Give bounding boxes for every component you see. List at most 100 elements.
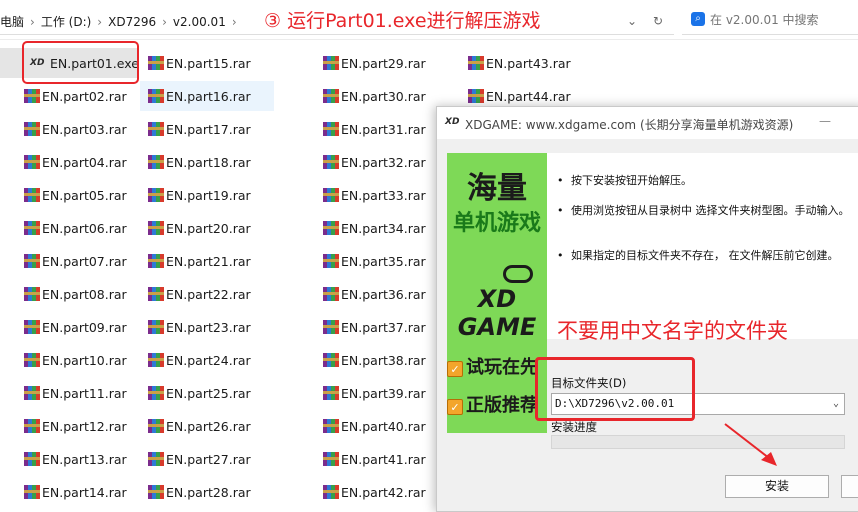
cancel-button[interactable]: [841, 475, 858, 498]
breadcrumb-item[interactable]: 工作 (D:): [41, 13, 91, 30]
file-item[interactable]: EN.part03.rar: [16, 114, 132, 144]
rar-archive-icon: [323, 419, 339, 433]
rar-archive-icon: [323, 188, 339, 202]
history-dropdown-icon[interactable]: ⌄: [624, 13, 640, 29]
file-item[interactable]: EN.part13.rar: [16, 444, 132, 474]
file-item[interactable]: EN.part40.rar: [315, 411, 445, 441]
file-name: EN.part11.rar: [42, 385, 127, 401]
rar-archive-icon: [148, 188, 164, 202]
file-item[interactable]: EN.part17.rar: [140, 114, 274, 144]
file-name: EN.part16.rar: [166, 88, 251, 104]
file-item[interactable]: EN.part26.rar: [140, 411, 274, 441]
file-item[interactable]: EN.part04.rar: [16, 147, 132, 177]
file-item[interactable]: EN.part42.rar: [315, 477, 445, 507]
rar-archive-icon: [24, 287, 40, 301]
file-name: EN.part29.rar: [341, 55, 426, 71]
file-item[interactable]: EN.part37.rar: [315, 312, 445, 342]
rar-archive-icon: [24, 419, 40, 433]
rar-archive-icon: [323, 254, 339, 268]
search-box[interactable]: ⌕: [682, 5, 858, 35]
file-name: EN.part12.rar: [42, 418, 127, 434]
gamepad-icon: [503, 265, 533, 283]
file-item[interactable]: EN.part15.rar: [140, 48, 274, 78]
file-item[interactable]: EN.part24.rar: [140, 345, 274, 375]
file-item[interactable]: EN.part33.rar: [315, 180, 445, 210]
breadcrumb-item[interactable]: 电脑: [0, 13, 24, 30]
chevron-down-icon[interactable]: ⌄: [833, 394, 839, 414]
rar-archive-icon: [24, 320, 40, 334]
refresh-icon[interactable]: ↻: [650, 13, 666, 29]
file-item[interactable]: EN.part06.rar: [16, 213, 132, 243]
rar-archive-icon: [468, 56, 484, 70]
file-name: EN.part26.rar: [166, 418, 251, 434]
rar-archive-icon: [24, 89, 40, 103]
breadcrumb-item[interactable]: XD7296: [108, 15, 156, 29]
file-item[interactable]: EN.part16.rar: [140, 81, 274, 111]
file-item[interactable]: EN.part39.rar: [315, 378, 445, 408]
file-item[interactable]: EN.part32.rar: [315, 147, 445, 177]
file-item[interactable]: EN.part28.rar: [140, 477, 274, 507]
file-item[interactable]: EN.part05.rar: [16, 180, 132, 210]
file-item[interactable]: EN.part36.rar: [315, 279, 445, 309]
file-name: EN.part35.rar: [341, 253, 426, 269]
file-name: EN.part07.rar: [42, 253, 127, 269]
file-name: EN.part02.rar: [42, 88, 127, 104]
rar-archive-icon: [323, 287, 339, 301]
rar-archive-icon: [148, 155, 164, 169]
file-item[interactable]: EN.part19.rar: [140, 180, 274, 210]
file-item[interactable]: EN.part25.rar: [140, 378, 274, 408]
rar-archive-icon: [148, 56, 164, 70]
file-name: EN.part38.rar: [341, 352, 426, 368]
install-button[interactable]: 安装: [725, 475, 829, 498]
search-input[interactable]: [710, 9, 856, 31]
rar-archive-icon: [148, 287, 164, 301]
minimize-icon[interactable]: —: [815, 111, 835, 131]
rar-archive-icon: [148, 419, 164, 433]
breadcrumb-item[interactable]: v2.00.01: [173, 15, 226, 29]
rar-archive-icon: [24, 452, 40, 466]
chevron-right-icon: ›: [162, 15, 167, 29]
rar-archive-icon: [323, 221, 339, 235]
dialog-titlebar[interactable]: XD XDGAME: www.xdgame.com (长期分享海量单机游戏资源)…: [437, 107, 858, 139]
file-item[interactable]: EN.part27.rar: [140, 444, 274, 474]
file-item[interactable]: EN.part43.rar: [460, 48, 590, 78]
file-item[interactable]: EN.part10.rar: [16, 345, 132, 375]
file-item[interactable]: EN.part29.rar: [315, 48, 445, 78]
file-item[interactable]: EN.part38.rar: [315, 345, 445, 375]
checkbox-checked-icon: ✓: [447, 399, 463, 415]
file-item[interactable]: EN.part31.rar: [315, 114, 445, 144]
file-item[interactable]: EN.part02.rar: [16, 81, 132, 111]
file-item[interactable]: EN.part08.rar: [16, 279, 132, 309]
file-item[interactable]: EN.part07.rar: [16, 246, 132, 276]
file-item[interactable]: EN.part20.rar: [140, 213, 274, 243]
file-item[interactable]: EN.part12.rar: [16, 411, 132, 441]
file-name: EN.part25.rar: [166, 385, 251, 401]
file-item[interactable]: EN.part30.rar: [315, 81, 445, 111]
file-item[interactable]: EN.part21.rar: [140, 246, 274, 276]
warning-annotation: 不要用中文名字的文件夹: [557, 319, 788, 343]
rar-archive-icon: [323, 89, 339, 103]
file-item[interactable]: EN.part35.rar: [315, 246, 445, 276]
file-item[interactable]: EN.part18.rar: [140, 147, 274, 177]
file-item[interactable]: EN.part41.rar: [315, 444, 445, 474]
rar-archive-icon: [24, 188, 40, 202]
file-name: EN.part08.rar: [42, 286, 127, 302]
file-name: EN.part17.rar: [166, 121, 251, 137]
rar-archive-icon: [24, 155, 40, 169]
file-name: EN.part24.rar: [166, 352, 251, 368]
file-item[interactable]: EN.part14.rar: [16, 477, 132, 507]
rar-archive-icon: [148, 320, 164, 334]
file-name: EN.part06.rar: [42, 220, 127, 236]
promo-banner: 海量 单机游戏 XD GAME ✓ 试玩在先 ✓ 正版推荐: [447, 153, 547, 433]
file-item[interactable]: EN.part11.rar: [16, 378, 132, 408]
file-item[interactable]: EN.part09.rar: [16, 312, 132, 342]
file-name: EN.part32.rar: [341, 154, 426, 170]
file-item[interactable]: EN.part22.rar: [140, 279, 274, 309]
file-item[interactable]: EN.part23.rar: [140, 312, 274, 342]
rar-archive-icon: [24, 485, 40, 499]
banner-line1: 海量: [467, 171, 527, 206]
rar-archive-icon: [148, 485, 164, 499]
rar-archive-icon: [323, 386, 339, 400]
file-item[interactable]: EN.part34.rar: [315, 213, 445, 243]
chevron-right-icon: ›: [231, 15, 237, 29]
